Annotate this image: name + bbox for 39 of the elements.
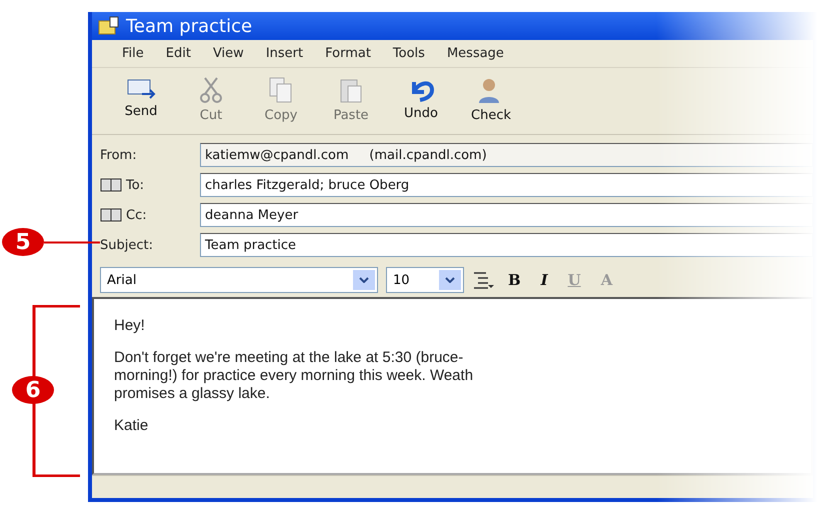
format-button[interactable]: I	[534, 271, 554, 289]
address-book-icon[interactable]	[100, 208, 122, 222]
field-label: Subject:	[100, 238, 153, 252]
chevron-down-icon	[359, 277, 369, 283]
message-text: Hey!	[114, 317, 146, 335]
field-label: To:	[126, 178, 144, 192]
paragraph-style-icon[interactable]	[472, 270, 494, 290]
input-field[interactable]: Team practice	[200, 233, 813, 257]
scissors-icon	[199, 76, 223, 104]
callout-number: 5	[2, 228, 44, 256]
undo-button[interactable]: Undo	[386, 72, 456, 130]
message-text: promises a glassy lake.	[114, 385, 271, 403]
menu-item[interactable]: Format	[325, 46, 371, 61]
menu-item[interactable]: Insert	[266, 46, 304, 61]
send-button[interactable]: Send	[106, 72, 176, 130]
message-text: Don't forget we're meeting at the lake at 5:30 (bruce-	[114, 349, 464, 367]
message-text: morning!) for practice every morning this week. Weath	[114, 367, 474, 385]
chevron-down-icon	[445, 277, 455, 283]
leader-line	[44, 241, 100, 244]
copy-icon	[268, 76, 294, 104]
menu-item[interactable]: Tools	[392, 46, 425, 61]
address-book-icon[interactable]	[100, 178, 122, 192]
input-field[interactable]: deanna Meyer	[200, 203, 813, 227]
window-title: Team practice	[126, 16, 252, 36]
input-field[interactable]: charles Fitzgerald; bruce Oberg	[200, 173, 813, 197]
field-label: Cc:	[126, 208, 147, 222]
check-button[interactable]: Check	[456, 72, 526, 130]
callout-number: 6	[12, 376, 54, 404]
account-field[interactable]: katiemw@cpandl.com (mail.cpandl.com)	[200, 143, 813, 167]
message-text: Katie	[114, 417, 150, 435]
message-body[interactable]: Hey! Don't forget we're meeting at the lake at 5:30 (bruce- morning!) for practice every morning this week. Weath promises a glassy lake. Katie	[92, 297, 813, 475]
menu-item[interactable]: Edit	[166, 46, 191, 61]
size-dropdown[interactable]: 10	[386, 267, 464, 293]
menu-item[interactable]: File	[122, 46, 144, 61]
field-label: From:	[100, 148, 137, 162]
menu-item[interactable]: View	[212, 46, 244, 61]
menu-item[interactable]: Message	[446, 46, 504, 61]
font-dropdown[interactable]: Arial	[100, 267, 378, 293]
format-button[interactable]: B	[502, 271, 527, 289]
